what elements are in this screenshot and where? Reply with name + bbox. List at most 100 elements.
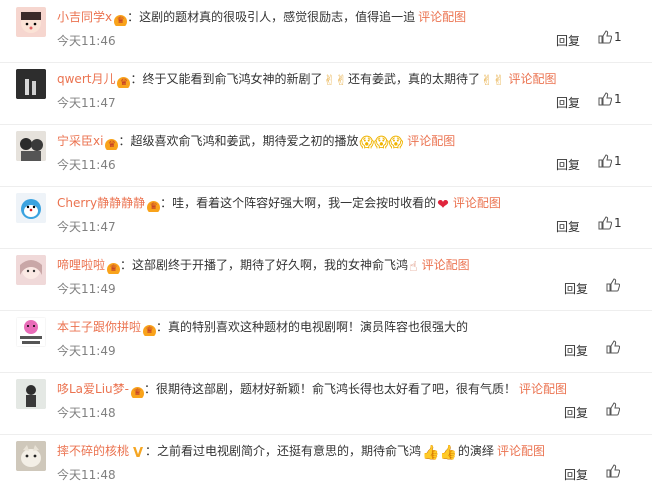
- thumbs-up-icon: [598, 154, 613, 168]
- comment-item: 小吉同学x ♛ ：这剧的题材真的很吸引人，感觉很励志，值得追一追 评论配图 今天11:…: [0, 0, 652, 63]
- like-button[interactable]: [606, 278, 622, 292]
- thumbs-up-icon: [606, 402, 621, 416]
- comment-feed: 小吉同学x ♛ ：这剧的题材真的很吸引人，感觉很励志，值得追一追 评论配图 今天11:…: [0, 0, 652, 489]
- comment-line: 啼哩啦啦 ♛ ：这部剧终于开播了，期待了好久啊，我的女神俞飞鸿☝ 评论配图: [57, 258, 470, 274]
- avatar[interactable]: [16, 193, 46, 223]
- comment-item: Cherry静静静静 ♛ ：哇，看着这个阵容好强大啊，我一定会按时收看的❤ 评论配图 …: [0, 186, 652, 249]
- comment-picture-link[interactable]: 评论配图: [407, 134, 455, 148]
- comment-time: 今天11:47: [57, 96, 116, 110]
- comment-time: 今天11:48: [57, 406, 116, 420]
- vip-crown-icon: ♛: [107, 263, 121, 274]
- heart-icon: ❤: [437, 197, 449, 212]
- like-button[interactable]: [606, 464, 622, 478]
- reply-button[interactable]: 回复: [556, 94, 580, 111]
- comment-line: 小吉同学x ♛ ：这剧的题材真的很吸引人，感觉很励志，值得追一追 评论配图: [57, 10, 467, 26]
- thumbs-up-icon: [606, 340, 621, 354]
- avatar-image: [21, 12, 41, 33]
- vip-crown-icon: ♛: [131, 387, 144, 398]
- comment-time: 今天11:48: [57, 468, 116, 482]
- comment-line: 本王子跟你拼啦 ♛ ：真的特别喜欢这种题材的电视剧啊！演员阵容也很强大的: [57, 320, 469, 336]
- comment-line: 摔不碎的核桃 V ：之前看过电视剧简介，还挺有意思的，期待俞飞鸿👍👍的演绎 评论配图: [57, 444, 545, 460]
- username-link[interactable]: 小吉同学x: [57, 10, 112, 24]
- vip-crown-icon: ♛: [114, 15, 128, 26]
- avatar-image: [16, 193, 46, 223]
- comment-picture-link[interactable]: 评论配图: [519, 382, 567, 396]
- avatar[interactable]: [16, 69, 46, 99]
- verified-v-icon: V: [132, 446, 144, 460]
- comment-item: 啼哩啦啦 ♛ ：这部剧终于开播了，期待了好久啊，我的女神俞飞鸿☝ 评论配图 今天11:…: [0, 248, 652, 311]
- thumbs-up-icon: [606, 464, 621, 478]
- like-button[interactable]: [606, 340, 622, 354]
- avatar[interactable]: [16, 255, 46, 285]
- avatar-image: [16, 131, 46, 161]
- comment-time: 今天11:47: [57, 220, 116, 234]
- vip-crown-icon: ♛: [105, 139, 119, 150]
- like-button[interactable]: 1: [598, 30, 622, 44]
- avatar[interactable]: [16, 131, 46, 161]
- avatar[interactable]: [16, 379, 46, 409]
- like-button[interactable]: 1: [598, 154, 622, 168]
- username-link[interactable]: Cherry静静静静: [57, 196, 145, 210]
- pointing-hand-icon: ☝: [409, 259, 418, 274]
- vip-crown-icon: ♛: [143, 325, 157, 336]
- username-link[interactable]: qwert月儿: [57, 72, 115, 86]
- comment-text: 真的特别喜欢这种题材的电视剧啊！演员阵容也很强大的: [168, 320, 469, 334]
- thumbs-up-icon: [598, 92, 613, 106]
- avatar[interactable]: [16, 441, 46, 471]
- victory-hand-icon: ✌✌: [480, 73, 505, 88]
- avatar[interactable]: [16, 7, 46, 37]
- like-button[interactable]: 1: [598, 216, 622, 230]
- avatar-image: [16, 441, 46, 471]
- avatar[interactable]: [16, 317, 46, 347]
- reply-button[interactable]: 回复: [556, 32, 580, 49]
- username-link[interactable]: 摔不碎的核桃: [57, 444, 129, 458]
- like-button[interactable]: [606, 402, 622, 416]
- comment-text: 终于又能看到俞飞鸿女神的新剧了: [142, 72, 323, 86]
- comment-text: 哇，看着这个阵容好强大啊，我一定会按时收看的: [172, 196, 437, 210]
- comment-picture-link[interactable]: 评论配图: [418, 10, 466, 24]
- comment-text: 之前看过电视剧简介，还挺有意思的，期待俞飞鸿: [157, 444, 422, 458]
- thumbs-up-icon: [598, 30, 613, 44]
- thumbs-up-icon: [606, 278, 621, 292]
- reply-button[interactable]: 回复: [564, 404, 588, 421]
- comment-text: 很期待这部剧，题材好新颖！俞飞鸿长得也太好看了吧，很有气质！: [156, 382, 517, 396]
- username-link[interactable]: 本王子跟你拼啦: [57, 320, 141, 334]
- username-link[interactable]: 哆La爱Liu梦-: [57, 382, 129, 396]
- comment-text-continued: 的演绎: [457, 444, 494, 458]
- victory-hand-icon: ✌✌: [323, 73, 347, 88]
- username-link[interactable]: 啼哩啦啦: [57, 258, 105, 272]
- comment-picture-link[interactable]: 评论配图: [422, 258, 470, 272]
- comment-picture-link[interactable]: 评论配图: [508, 72, 556, 86]
- comment-line: qwert月儿 ♛ ：终于又能看到俞飞鸿女神的新剧了✌✌还有姜武，真的太期待了✌✌ 评…: [57, 72, 557, 88]
- reply-button[interactable]: 回复: [556, 218, 580, 235]
- comment-item: 宁采臣xi ♛ ：超级喜欢俞飞鸿和姜武，期待爱之初的播放😱😱😱 评论配图 今天11:4…: [0, 124, 652, 187]
- comment-line: 哆La爱Liu梦- ♛ ：很期待这部剧，题材好新颖！俞飞鸿长得也太好看了吧，很有气质…: [57, 382, 568, 398]
- thumbs-up-icon: [598, 216, 613, 230]
- avatar-image: [16, 69, 46, 99]
- reply-button[interactable]: 回复: [564, 342, 588, 359]
- vip-crown-icon: ♛: [147, 201, 161, 212]
- comment-line: 宁采臣xi ♛ ：超级喜欢俞飞鸿和姜武，期待爱之初的播放😱😱😱 评论配图: [57, 134, 456, 150]
- like-count: 1: [614, 92, 622, 106]
- comment-text: 这部剧终于开播了，期待了好久啊，我的女神俞飞鸿: [132, 258, 409, 272]
- comment-item: 本王子跟你拼啦 ♛ ：真的特别喜欢这种题材的电视剧啊！演员阵容也很强大的 今天11:…: [0, 310, 652, 373]
- comment-time: 今天11:49: [57, 344, 116, 358]
- reply-button[interactable]: 回复: [564, 466, 588, 483]
- avatar-image: [16, 255, 46, 285]
- comment-picture-link[interactable]: 评论配图: [497, 444, 545, 458]
- avatar-image: [16, 379, 46, 409]
- username-link[interactable]: 宁采臣xi: [57, 134, 103, 148]
- comment-text: 这剧的题材真的很吸引人，感觉很励志，值得追一追: [139, 10, 416, 24]
- comment-item: 哆La爱Liu梦- ♛ ：很期待这部剧，题材好新颖！俞飞鸿长得也太好看了吧，很有气质…: [0, 372, 652, 435]
- like-button[interactable]: 1: [598, 92, 622, 106]
- comment-item: 摔不碎的核桃 V ：之前看过电视剧简介，还挺有意思的，期待俞飞鸿👍👍的演绎 评论配图 …: [0, 434, 652, 496]
- like-count: 1: [614, 216, 622, 230]
- comment-picture-link[interactable]: 评论配图: [453, 196, 501, 210]
- comment-time: 今天11:49: [57, 282, 116, 296]
- reply-button[interactable]: 回复: [556, 156, 580, 173]
- comment-item: qwert月儿 ♛ ：终于又能看到俞飞鸿女神的新剧了✌✌还有姜武，真的太期待了✌✌ 评…: [0, 62, 652, 125]
- screaming-face-icon: 😱😱😱: [359, 135, 404, 150]
- comment-time: 今天11:46: [57, 158, 116, 172]
- thumbs-up-emoji-icon: 👍👍: [422, 445, 457, 460]
- reply-button[interactable]: 回复: [564, 280, 588, 297]
